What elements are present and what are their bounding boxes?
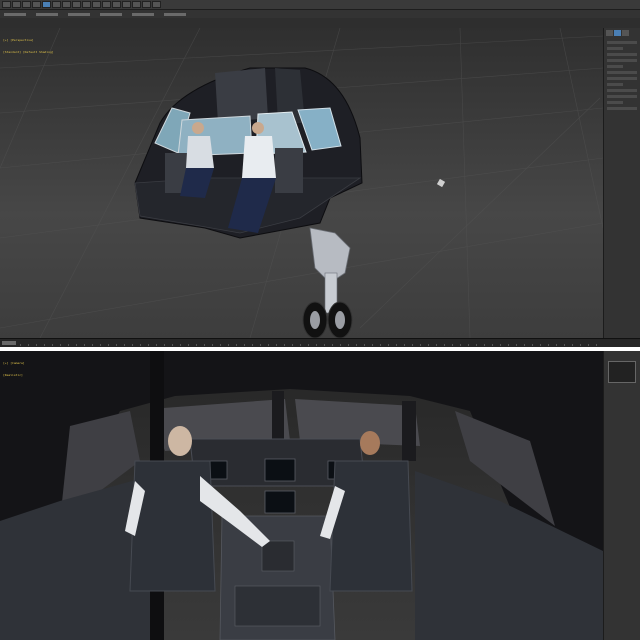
thrust-levers bbox=[261, 540, 295, 572]
menu-item-3[interactable] bbox=[68, 12, 90, 16]
viewport-label-line[interactable]: [+] [Perspective] bbox=[3, 38, 54, 42]
hierarchy-tab-icon[interactable] bbox=[622, 30, 629, 36]
menu-item-1[interactable] bbox=[4, 12, 26, 16]
panel-row[interactable] bbox=[607, 77, 637, 80]
seat-first-officer bbox=[329, 460, 413, 592]
menu-item-4[interactable] bbox=[100, 12, 122, 16]
render-setup-icon[interactable] bbox=[142, 1, 151, 8]
panel-row[interactable] bbox=[607, 107, 637, 110]
unlink-icon[interactable] bbox=[32, 1, 41, 8]
menu-bar bbox=[0, 10, 640, 18]
scale-icon[interactable] bbox=[72, 1, 81, 8]
mirror-icon[interactable] bbox=[92, 1, 101, 8]
modify-tab-icon[interactable] bbox=[614, 30, 621, 36]
bottom-screenshot: [+] [Camera] [Realistic] bbox=[0, 351, 640, 640]
curve-editor-icon[interactable] bbox=[122, 1, 131, 8]
command-panel bbox=[603, 28, 640, 338]
redo-icon[interactable] bbox=[12, 1, 21, 8]
link-icon[interactable] bbox=[22, 1, 31, 8]
panel-row[interactable] bbox=[607, 83, 623, 86]
panel-row[interactable] bbox=[607, 59, 637, 62]
render-icon[interactable] bbox=[152, 1, 161, 8]
menu-item-2[interactable] bbox=[36, 12, 58, 16]
menu-item-6[interactable] bbox=[164, 12, 186, 16]
panel-row[interactable] bbox=[607, 65, 623, 68]
panel-row[interactable] bbox=[607, 101, 623, 104]
rotate-icon[interactable] bbox=[62, 1, 71, 8]
layer-icon[interactable] bbox=[112, 1, 121, 8]
panel-row[interactable] bbox=[607, 47, 623, 50]
time-slider-handle[interactable] bbox=[2, 341, 16, 345]
panel-row[interactable] bbox=[607, 71, 637, 74]
color-swatch[interactable] bbox=[608, 361, 636, 383]
panel-row[interactable] bbox=[607, 95, 637, 98]
align-icon[interactable] bbox=[102, 1, 111, 8]
undo-icon[interactable] bbox=[2, 1, 11, 8]
viewport-scene bbox=[0, 28, 603, 338]
nose-landing-gear-model[interactable] bbox=[302, 227, 353, 338]
material-editor-icon[interactable] bbox=[132, 1, 141, 8]
move-icon[interactable] bbox=[52, 1, 61, 8]
panel-row[interactable] bbox=[607, 89, 637, 92]
cockpit-interior-scene bbox=[0, 351, 603, 640]
menu-item-5[interactable] bbox=[132, 12, 154, 16]
top-screenshot: [+] [Perspective] [Standard] [Default Sh… bbox=[0, 0, 640, 347]
seat-right bbox=[275, 148, 303, 193]
panel-row[interactable] bbox=[607, 53, 637, 56]
create-tab-icon[interactable] bbox=[606, 30, 613, 36]
cockpit-model[interactable] bbox=[134, 67, 363, 239]
viewport-label-line[interactable]: [Standard] [Default Shading] bbox=[3, 50, 54, 54]
viewport-label[interactable]: [+] [Camera] [Realistic] bbox=[3, 353, 25, 385]
viewport-label-line[interactable]: [+] [Camera] bbox=[3, 361, 25, 365]
panel-row[interactable] bbox=[607, 41, 637, 44]
command-panel-tabs bbox=[604, 28, 640, 38]
main-toolbar bbox=[0, 0, 640, 10]
timeline-ticks bbox=[20, 344, 600, 346]
select-icon[interactable] bbox=[42, 1, 51, 8]
command-panel bbox=[603, 351, 640, 640]
camera-viewport[interactable]: [+] [Camera] [Realistic] bbox=[0, 351, 603, 640]
viewport-label-line[interactable]: [Realistic] bbox=[3, 373, 25, 377]
display-ecam-lower bbox=[264, 490, 296, 514]
snap-icon[interactable] bbox=[82, 1, 91, 8]
perspective-viewport[interactable]: [+] [Perspective] [Standard] [Default Sh… bbox=[0, 28, 603, 338]
display-ecam-upper bbox=[264, 458, 296, 482]
time-slider-bar bbox=[0, 338, 640, 347]
viewport-label[interactable]: [+] [Perspective] [Standard] [Default Sh… bbox=[3, 30, 54, 62]
